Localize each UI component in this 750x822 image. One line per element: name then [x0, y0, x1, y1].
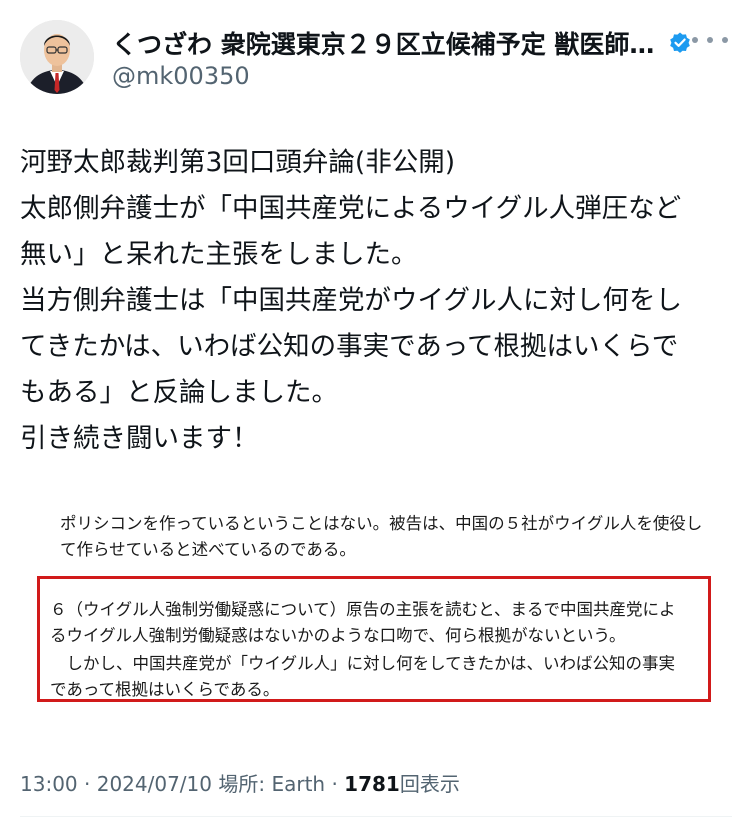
tweet-date[interactable]: 2024/07/10: [97, 772, 212, 796]
tweet-header: くつざわ 衆院選東京２９区立候補予定 獣医師 元... @mk00350: [0, 0, 750, 130]
divider: [20, 816, 732, 817]
views-count: 1781: [344, 772, 400, 796]
document-line: て作らせていると述べているのである。: [60, 540, 356, 559]
more-horizontal-icon[interactable]: [692, 28, 728, 52]
dot: [692, 37, 698, 43]
tweet-line: 太郎側弁護士が「中国共産党によるウイグル人弾圧など: [20, 193, 682, 224]
tweet-image[interactable]: ポリシコンを作っているということはない。被告は、中国の５社がウイグル人を使役し …: [20, 480, 730, 742]
tweet-meta: 13:00 · 2024/07/10 場所: Earth · 1781回表示: [20, 768, 460, 797]
dot: [707, 37, 713, 43]
views-label: 回表示: [399, 772, 460, 796]
document-line: しかし、中国共産党が「ウイグル人」に対し何をしてきたかは、いわば公知の事実: [50, 654, 676, 673]
tweet-time[interactable]: 13:00: [20, 772, 78, 796]
author-name-row: くつざわ 衆院選東京２９区立候補予定 獣医師 元...: [112, 26, 692, 60]
tweet-line: もある」と反論しました。: [20, 377, 338, 408]
tweet-location: 場所: Earth: [218, 772, 326, 796]
tweet-text: 河野太郎裁判第3回口頭弁論(非公開) 太郎側弁護士が「中国共産党によるウイグル人…: [20, 140, 732, 462]
document-line: ６（ウイグル人強制労働疑惑について）原告の主張を読むと、まるで中国共産党によ: [50, 600, 676, 619]
author-handle[interactable]: @mk00350: [112, 62, 250, 90]
tweet-line: 河野太郎裁判第3回口頭弁論(非公開): [20, 147, 456, 178]
verified-badge-icon: [670, 32, 690, 53]
tweet-line: 当方側弁護士は「中国共産党がウイグル人に対し何をし: [20, 285, 682, 316]
meta-separator: ·: [331, 772, 338, 796]
document-line: であって根拠はいくらである。: [50, 680, 280, 699]
avatar[interactable]: [20, 20, 94, 94]
tweet-line: てきたかは、いわば公知の事実であって根拠はいくらで: [20, 331, 679, 362]
tweet-line: 引き続き闘います！: [20, 423, 259, 454]
author-display-name[interactable]: くつざわ 衆院選東京２９区立候補予定 獣医師 元...: [112, 25, 662, 61]
tweet-line: 無い」と呆れた主張をしました。: [20, 239, 418, 270]
document-line: ポリシコンを作っているということはない。被告は、中国の５社がウイグル人を使役し: [60, 514, 703, 533]
avatar-photo: [20, 20, 94, 94]
meta-separator: ·: [84, 772, 91, 796]
dot: [722, 37, 728, 43]
document-line: るウイグル人強制労働疑惑はないかのような口吻で、何ら根拠がないという。: [50, 626, 626, 645]
